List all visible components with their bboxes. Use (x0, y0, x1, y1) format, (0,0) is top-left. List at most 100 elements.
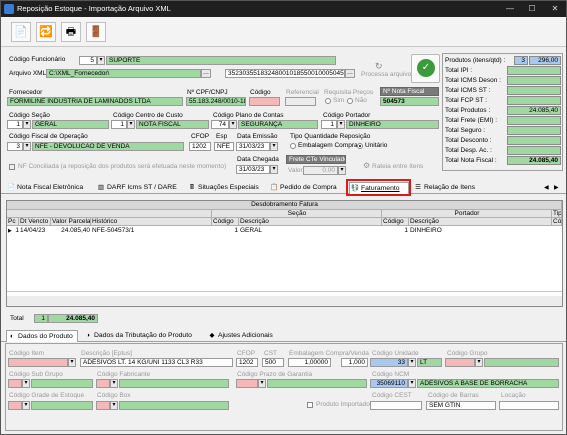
total-desconto-label: Total Desconto : (445, 137, 492, 144)
maximize-button[interactable]: ☐ (521, 1, 543, 17)
tax-icon: ◑ (86, 332, 90, 339)
unidade-code-field[interactable]: 33 (370, 358, 408, 367)
box-code-field[interactable] (96, 401, 110, 410)
horizontal-scrollbar[interactable] (7, 296, 562, 306)
grid-tipo-group: Tipo (552, 210, 562, 218)
grade-code-field[interactable] (8, 401, 22, 410)
new-doc-icon[interactable]: 📄 (11, 22, 31, 42)
rateia-icon[interactable]: ⚙ (363, 161, 370, 170)
unitario-radio[interactable] (357, 143, 363, 149)
list-icon: ☰ (415, 184, 421, 191)
fabricante-lookup-button[interactable]: ▾ (110, 379, 118, 388)
unidade-lookup-button[interactable]: ▾ (408, 358, 416, 367)
xml-key-field[interactable]: 3523035518324800101855001000504573194416… (225, 69, 345, 78)
tab-situacoes[interactable]: 🖩 Situações Especiais (187, 182, 259, 194)
tab-ajustes[interactable]: ◆ Ajustes Adicionais (207, 330, 273, 342)
importado-checkbox[interactable] (307, 402, 313, 408)
col-secao-descricao[interactable]: Descrição (239, 218, 382, 226)
grade-label: Código Grade de Estoque (9, 392, 85, 399)
fabricante-code-field[interactable] (96, 379, 110, 388)
subgrupo-lookup-button[interactable]: ▾ (22, 379, 30, 388)
ncm-lookup-button[interactable]: ▾ (408, 379, 416, 388)
embalagem-compra-field[interactable]: 1,00000 (288, 358, 331, 367)
calculator-icon: 🖩 (190, 184, 194, 191)
embalagem-venda-field[interactable]: 1,000 (341, 358, 368, 367)
cst-field[interactable]: 500 (262, 358, 284, 367)
browse-folder-button[interactable]: … (201, 69, 211, 78)
portador-code-field[interactable]: 1 (321, 120, 337, 129)
minimize-button[interactable]: — (499, 1, 521, 17)
secao-lookup-button[interactable]: ▾ (23, 120, 31, 129)
col-valor[interactable]: Valor Parcela (51, 218, 91, 226)
plano-code-field[interactable]: 74 (211, 120, 229, 129)
tab-pedido[interactable]: 📋 Pedido de Compra (269, 182, 337, 194)
col-vencto[interactable]: Dt Vencto (19, 218, 51, 226)
operacao-field: NFE - DEVOLUCAO DE VENDA (32, 142, 184, 151)
embalagem-radio[interactable] (290, 143, 296, 149)
cfop-field[interactable]: 1202 (189, 142, 211, 151)
portador-lookup-button[interactable]: ▾ (337, 120, 345, 129)
col-portador-descricao[interactable]: Descrição (409, 218, 552, 226)
prod-cfop-field[interactable]: 1202 (236, 358, 258, 367)
emissao-calendar-button[interactable]: ▾ (270, 142, 278, 151)
ncm-code-field[interactable]: 35069110 (370, 379, 408, 388)
codigo-field[interactable] (249, 97, 280, 106)
chegada-field[interactable]: 31/03/23 (236, 165, 270, 174)
total-label: Total (10, 315, 24, 322)
tab-relacao[interactable]: ☰ Relação de Itens (413, 182, 475, 194)
tab-tributacao[interactable]: ◑ Dados da Tributação do Produto (83, 330, 192, 342)
tab-darf[interactable]: ▥ DARF Icms ST / DARE (96, 182, 177, 194)
chegada-calendar-button[interactable]: ▾ (270, 165, 278, 174)
item-label: Código Item (9, 350, 45, 357)
exit-icon[interactable]: 🚪 (86, 22, 106, 42)
arquivo-xml-field[interactable]: C:\XML_Fornecedor\ (46, 69, 201, 78)
operacao-code-field[interactable]: 3 (7, 142, 23, 151)
tabs-scroll-left[interactable]: ◀ (542, 182, 549, 194)
total-icms-deson-label: Total ICMS Deson : (445, 77, 501, 84)
funcionario-lookup-button[interactable]: ▾ (97, 56, 105, 65)
tab-dados-produto[interactable]: ◐ Dados do Produto (6, 330, 78, 342)
descricao-field[interactable]: ADESIVOS LT. 14 KG/UNI 1133 CL3 R33 (80, 358, 233, 367)
prazo-lookup-button[interactable]: ▾ (258, 379, 266, 388)
box-lookup-button[interactable]: ▾ (110, 401, 118, 410)
plano-lookup-button[interactable]: ▾ (229, 120, 237, 129)
tabs-scroll-right[interactable]: ▶ (552, 182, 559, 194)
emissao-field[interactable]: 31/03/23 (236, 142, 270, 151)
grupo-lookup-button[interactable]: ▾ (475, 358, 483, 367)
total-produtos-field: 24.085,40 (507, 106, 561, 115)
centro-lookup-button[interactable]: ▾ (127, 120, 135, 129)
col-secao-codigo[interactable]: Código (212, 218, 239, 226)
confirm-button[interactable]: ✓ (411, 54, 440, 83)
item-lookup-button[interactable]: ▾ (68, 358, 76, 367)
col-pc[interactable]: Pc (7, 218, 19, 226)
print-icon[interactable]: 🖶 (61, 22, 81, 42)
requisita-sim-radio[interactable] (325, 98, 331, 104)
browse-file-button[interactable]: … (345, 69, 355, 78)
processa-label[interactable]: Processa arquivo (361, 71, 411, 78)
exchange-icon[interactable]: 🔁 (36, 22, 56, 42)
secao-code-field[interactable]: 1 (7, 120, 23, 129)
tab-nota-fiscal[interactable]: 📄 Nota Fiscal Eletrônica (6, 182, 83, 194)
centro-code-field[interactable]: 1 (111, 120, 127, 129)
requisita-nao-radio[interactable] (347, 98, 353, 104)
nf-conciliada-checkbox[interactable] (9, 164, 15, 170)
item-field[interactable] (8, 358, 68, 367)
col-tipo-codigo[interactable]: Có (552, 218, 562, 226)
barras-field[interactable]: SEM GTIN (426, 401, 496, 410)
locacao-field[interactable] (499, 401, 559, 410)
cest-field[interactable] (370, 401, 422, 410)
col-historico[interactable]: Histórico (91, 218, 212, 226)
close-button[interactable]: ✕ (544, 1, 566, 17)
grupo-code-field[interactable] (445, 358, 475, 367)
frete-lookup-button[interactable]: ▾ (338, 166, 346, 175)
rateia-label[interactable]: Rateia entre Itens (372, 163, 423, 170)
barcode-icon: ▥ (97, 184, 105, 191)
grade-field (31, 401, 93, 410)
funcionario-code-field[interactable]: 5 (79, 56, 97, 65)
prazo-code-field[interactable] (236, 379, 258, 388)
operacao-lookup-button[interactable]: ▾ (23, 142, 31, 151)
subgrupo-code-field[interactable] (8, 379, 22, 388)
esp-field[interactable]: NFE (214, 142, 234, 151)
col-portador-codigo[interactable]: Código (382, 218, 409, 226)
grade-lookup-button[interactable]: ▾ (22, 401, 30, 410)
